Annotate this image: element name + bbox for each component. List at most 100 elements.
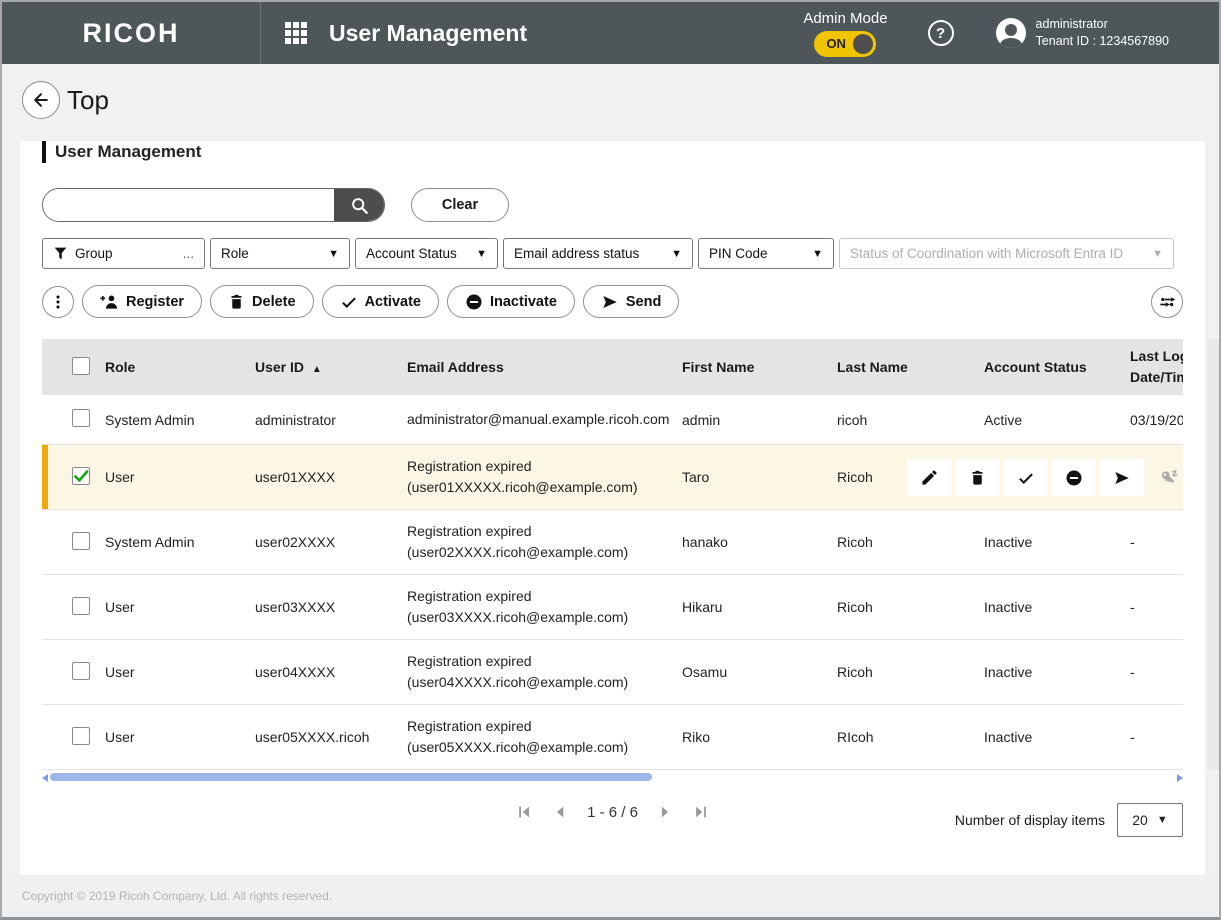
column-email[interactable]: Email Address — [407, 359, 682, 375]
row-checkbox[interactable] — [72, 409, 90, 427]
column-last-login[interactable]: Last Login Date/Time — [1130, 346, 1183, 388]
cell-user-id: user05XXXX.ricoh — [255, 729, 407, 745]
trash-icon — [228, 293, 245, 311]
help-icon[interactable]: ? — [928, 20, 954, 46]
first-page-button[interactable] — [515, 803, 533, 821]
row-checkbox[interactable] — [72, 662, 90, 680]
clear-button[interactable]: Clear — [411, 188, 509, 222]
prev-page-button[interactable] — [551, 803, 569, 821]
scroll-right-icon[interactable] — [1177, 774, 1183, 782]
row-checkbox-checked[interactable] — [72, 467, 90, 485]
row-checkbox[interactable] — [72, 727, 90, 745]
scroll-left-icon[interactable] — [42, 774, 48, 782]
table-row[interactable]: System Adminuser02XXXXRegistration expir… — [42, 510, 1183, 575]
table-row[interactable]: Useruser05XXXX.ricohRegistration expired… — [42, 705, 1183, 770]
table-region: Role User ID ▲ Email Address First Name … — [42, 339, 1205, 770]
action-row: Register Delete Activate Inactivate Send — [42, 285, 1183, 318]
page-size-select[interactable]: 20 ▼ — [1117, 803, 1183, 837]
table-viewport: Role User ID ▲ Email Address First Name … — [42, 339, 1183, 770]
pagination-row: 1 - 6 / 6 Number of display items 20 ▼ — [20, 803, 1205, 837]
cell-user-id: user01XXXX — [255, 469, 407, 485]
search-input[interactable] — [43, 189, 334, 221]
filter-group-more: ... — [183, 246, 194, 261]
column-last-name[interactable]: Last Name — [837, 359, 984, 375]
table-row[interactable]: Useruser01XXXXRegistration expired(user0… — [42, 445, 1183, 510]
filter-entra-label: Status of Coordination with Microsoft En… — [850, 246, 1146, 261]
ricoh-logo: RICOH — [2, 18, 260, 49]
cell-first-name: Hikaru — [682, 599, 837, 615]
column-user-id-label: User ID — [255, 359, 304, 375]
delete-button[interactable]: Delete — [210, 285, 314, 318]
cell-user-id: user03XXXX — [255, 599, 407, 615]
cell-email: Registration expired(user02XXXX.ricoh@ex… — [407, 521, 682, 563]
cell-last-login: - — [1130, 534, 1183, 550]
cell-last-login: - — [1130, 729, 1183, 745]
inactivate-button[interactable]: Inactivate — [447, 285, 575, 318]
search-button[interactable] — [334, 189, 384, 221]
user-name: administrator — [1036, 16, 1169, 33]
cell-email: Registration expired(user04XXXX.ricoh@ex… — [407, 651, 682, 693]
cell-first-name: hanako — [682, 534, 837, 550]
filter-email-status-label: Email address status — [514, 246, 665, 261]
first-page-icon — [515, 803, 533, 821]
row-pin-coordination-button — [1147, 459, 1183, 496]
table-row[interactable]: Useruser03XXXXRegistration expired(user0… — [42, 575, 1183, 640]
more-actions-button[interactable] — [42, 286, 74, 318]
row-inactivate-button[interactable] — [1051, 459, 1096, 496]
horizontal-scrollbar-thumb[interactable] — [50, 773, 652, 781]
register-button[interactable]: Register — [82, 285, 202, 318]
table-row[interactable]: Useruser04XXXXRegistration expired(user0… — [42, 640, 1183, 705]
cell-first-name: Taro — [682, 469, 837, 485]
minus-circle-icon — [465, 293, 483, 311]
cell-role: User — [105, 729, 255, 745]
page-size-value: 20 — [1132, 812, 1148, 828]
filter-pin-code[interactable]: PIN Code ▼ — [698, 238, 834, 269]
search-row: Clear — [42, 188, 1205, 222]
back-label[interactable]: Top — [67, 85, 109, 116]
last-page-button[interactable] — [692, 803, 710, 821]
column-account-status[interactable]: Account Status — [984, 359, 1130, 375]
row-checkbox[interactable] — [72, 597, 90, 615]
customize-columns-button[interactable] — [1151, 286, 1183, 318]
activate-button[interactable]: Activate — [322, 285, 439, 318]
row-activate-button[interactable] — [1003, 459, 1048, 496]
vertical-scrollbar-track[interactable] — [1207, 339, 1221, 770]
caret-down-icon: ▼ — [328, 248, 339, 260]
cell-account-status: Inactive — [984, 664, 1130, 680]
table-row[interactable]: System Adminadministratoradministrator@m… — [42, 395, 1183, 445]
cell-last-name: Ricoh — [837, 664, 984, 680]
sliders-icon — [1157, 292, 1177, 312]
filter-email-status[interactable]: Email address status ▼ — [503, 238, 693, 269]
next-page-button[interactable] — [656, 803, 674, 821]
filter-account-status-label: Account Status — [366, 246, 470, 261]
app-grid-icon[interactable] — [285, 22, 307, 44]
cell-first-name: Osamu — [682, 664, 837, 680]
cell-last-name: ricoh — [837, 412, 984, 428]
filter-role[interactable]: Role ▼ — [210, 238, 350, 269]
send-button[interactable]: Send — [583, 285, 679, 318]
next-page-icon — [656, 803, 674, 821]
display-items-label: Number of display items — [955, 812, 1105, 828]
admin-mode-toggle[interactable]: ON — [814, 31, 876, 57]
edit-icon — [920, 468, 939, 487]
row-send-button[interactable] — [1099, 459, 1144, 496]
caret-down-icon: ▼ — [1152, 248, 1163, 260]
row-delete-button[interactable] — [955, 459, 1000, 496]
caret-down-icon: ▼ — [476, 248, 487, 260]
filter-account-status[interactable]: Account Status ▼ — [355, 238, 498, 269]
back-button[interactable] — [22, 81, 60, 119]
header-divider — [260, 2, 261, 64]
cell-last-login: 03/19/2025 — [1130, 412, 1183, 428]
column-first-name[interactable]: First Name — [682, 359, 837, 375]
filter-entra-coordination: Status of Coordination with Microsoft En… — [839, 238, 1174, 269]
column-user-id[interactable]: User ID ▲ — [255, 359, 407, 375]
send-icon — [1113, 469, 1131, 487]
row-edit-button[interactable] — [907, 459, 952, 496]
row-checkbox[interactable] — [72, 532, 90, 550]
user-avatar-icon[interactable] — [996, 18, 1026, 48]
toggle-knob — [853, 34, 873, 54]
filter-group[interactable]: Group ... — [42, 238, 205, 269]
row-actions — [907, 459, 1183, 496]
column-role[interactable]: Role — [105, 359, 255, 375]
select-all-checkbox[interactable] — [72, 357, 90, 375]
